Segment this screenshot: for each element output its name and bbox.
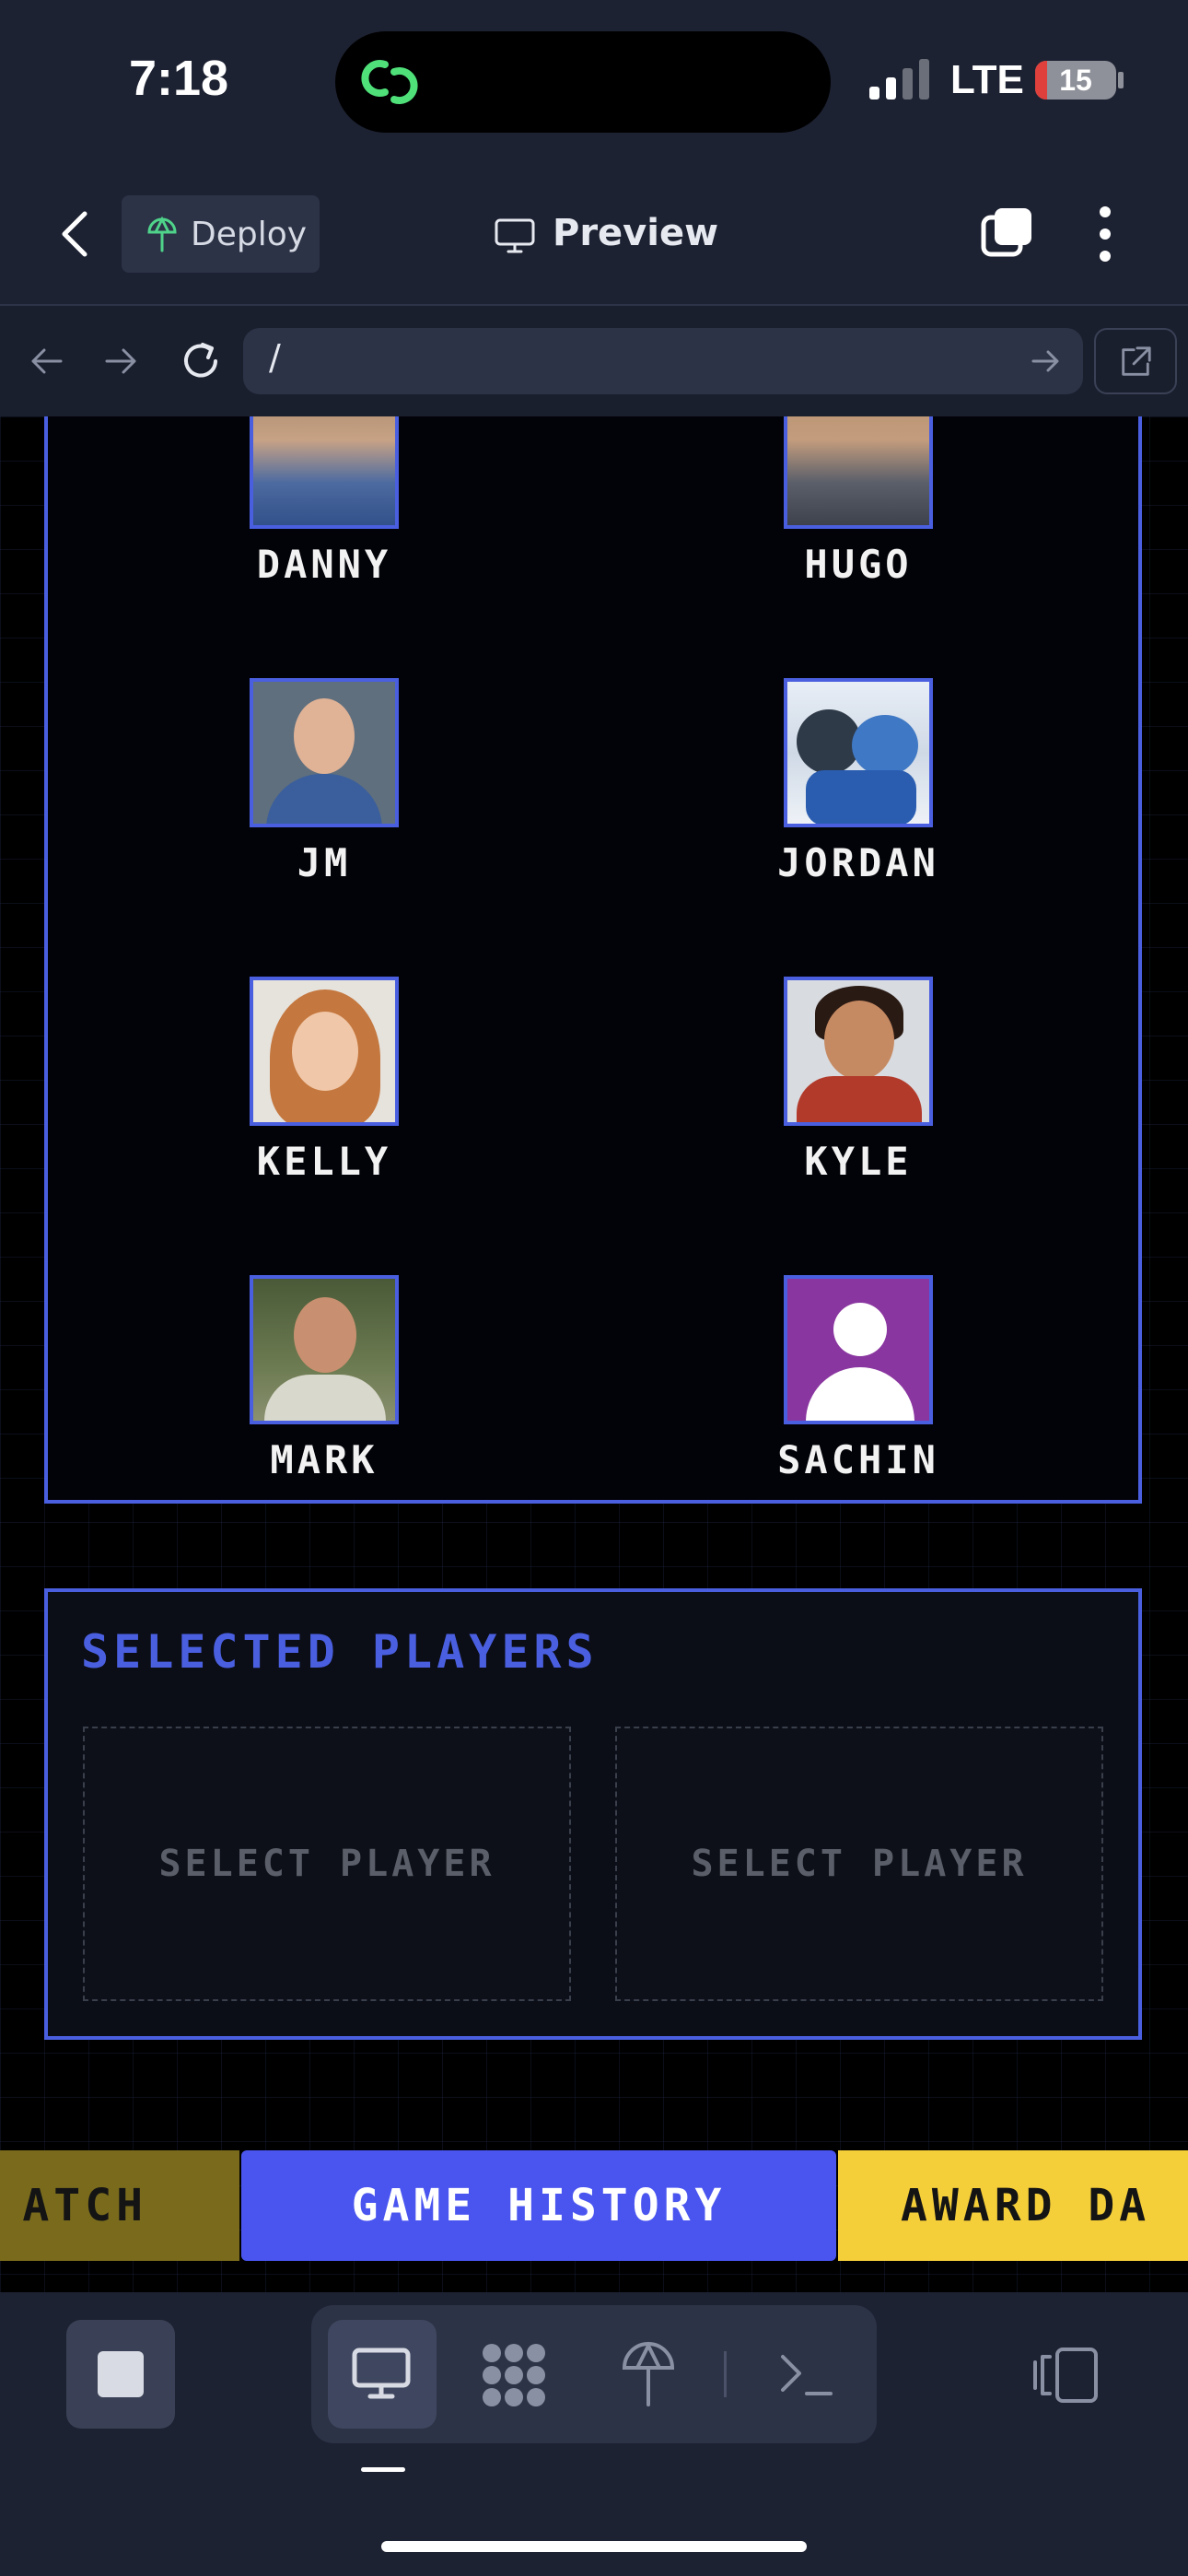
player-avatar <box>784 1275 933 1424</box>
stop-icon <box>98 2351 144 2397</box>
player-avatar <box>250 416 399 529</box>
signal-icon <box>869 59 930 100</box>
slot-placeholder: SELECT PLAYER <box>691 1843 1028 1885</box>
url-text: / <box>269 337 281 378</box>
player-avatar <box>250 1275 399 1424</box>
tabs-icon[interactable] <box>980 205 1035 260</box>
preview-label: Preview <box>553 212 719 254</box>
deploy-button[interactable]: Deploy <box>122 195 320 273</box>
game-history-button[interactable]: GAME HISTORY <box>241 2150 836 2261</box>
slot-placeholder: SELECT PLAYER <box>158 1843 495 1885</box>
arrow-left-icon[interactable] <box>28 343 64 380</box>
desktop-icon <box>495 218 535 253</box>
player-card-mark[interactable]: MARK <box>158 1275 490 1482</box>
player-card-jordan[interactable]: JORDAN <box>693 678 1024 885</box>
reload-icon[interactable] <box>179 339 223 383</box>
go-arrow-icon[interactable] <box>1031 348 1061 374</box>
battery-nub <box>1118 72 1124 88</box>
player-card-sachin[interactable]: SACHIN <box>693 1275 1024 1482</box>
link-activity-icon <box>361 60 418 104</box>
player-avatar <box>250 977 399 1126</box>
status-time: 7:18 <box>129 51 229 106</box>
deploy-icon <box>147 216 177 252</box>
more-icon[interactable] <box>1096 205 1114 263</box>
desktop-view-tab[interactable] <box>328 2320 437 2429</box>
player-name: KELLY <box>256 1139 392 1184</box>
open-external-icon <box>1122 346 1151 376</box>
network-type: LTE <box>950 57 1024 102</box>
player-avatar <box>784 977 933 1126</box>
player-avatar <box>250 678 399 827</box>
player-name: MARK <box>270 1437 379 1482</box>
player-card-kelly[interactable]: KELLY <box>158 977 490 1184</box>
player-name: JM <box>297 840 352 885</box>
back-chevron-icon[interactable] <box>57 210 94 258</box>
player-name: DANNY <box>256 542 392 587</box>
player-card-hugo[interactable]: HUGO <box>693 416 1024 587</box>
terminal-icon[interactable] <box>779 2351 834 2397</box>
deploy-label: Deploy <box>191 216 308 253</box>
battery-level: 15 <box>1059 64 1092 97</box>
selected-players-title: SELECTED PLAYERS <box>81 1625 599 1679</box>
stop-button[interactable] <box>66 2320 175 2429</box>
desktop-icon <box>352 2348 411 2399</box>
arrow-right-icon[interactable] <box>103 343 140 380</box>
player-slot-2[interactable]: SELECT PLAYER <box>615 1727 1103 2001</box>
player-name: JORDAN <box>777 840 939 885</box>
battery-icon: 15 <box>1035 61 1116 100</box>
url-input[interactable] <box>243 328 1083 394</box>
open-external-button[interactable] <box>1094 328 1177 394</box>
active-indicator <box>361 2467 405 2472</box>
player-slot-1[interactable]: SELECT PLAYER <box>83 1727 571 2001</box>
player-avatar <box>784 678 933 827</box>
player-card-jm[interactable]: JM <box>158 678 490 885</box>
devices-icon[interactable] <box>1030 2346 1100 2405</box>
home-indicator <box>381 2541 807 2552</box>
match-button[interactable]: ATCH <box>0 2150 239 2261</box>
grid-icon[interactable] <box>479 2342 549 2408</box>
player-name: HUGO <box>804 542 913 587</box>
player-avatar <box>784 416 933 529</box>
players-grid: DANNY HUGO JM JORDAN KELLY KYLE MARK SAC… <box>44 416 1142 1504</box>
antenna-icon[interactable] <box>621 2340 676 2406</box>
web-content: DANNY HUGO JM JORDAN KELLY KYLE MARK SAC… <box>0 416 1188 2292</box>
divider <box>724 2351 727 2397</box>
player-card-kyle[interactable]: KYLE <box>693 977 1024 1184</box>
award-button[interactable]: AWARD DA <box>838 2150 1188 2261</box>
player-card-danny[interactable]: DANNY <box>158 416 490 587</box>
player-name: SACHIN <box>777 1437 939 1482</box>
selected-players-panel: SELECTED PLAYERS SELECT PLAYER SELECT PL… <box>44 1588 1142 2040</box>
player-name: KYLE <box>804 1139 913 1184</box>
